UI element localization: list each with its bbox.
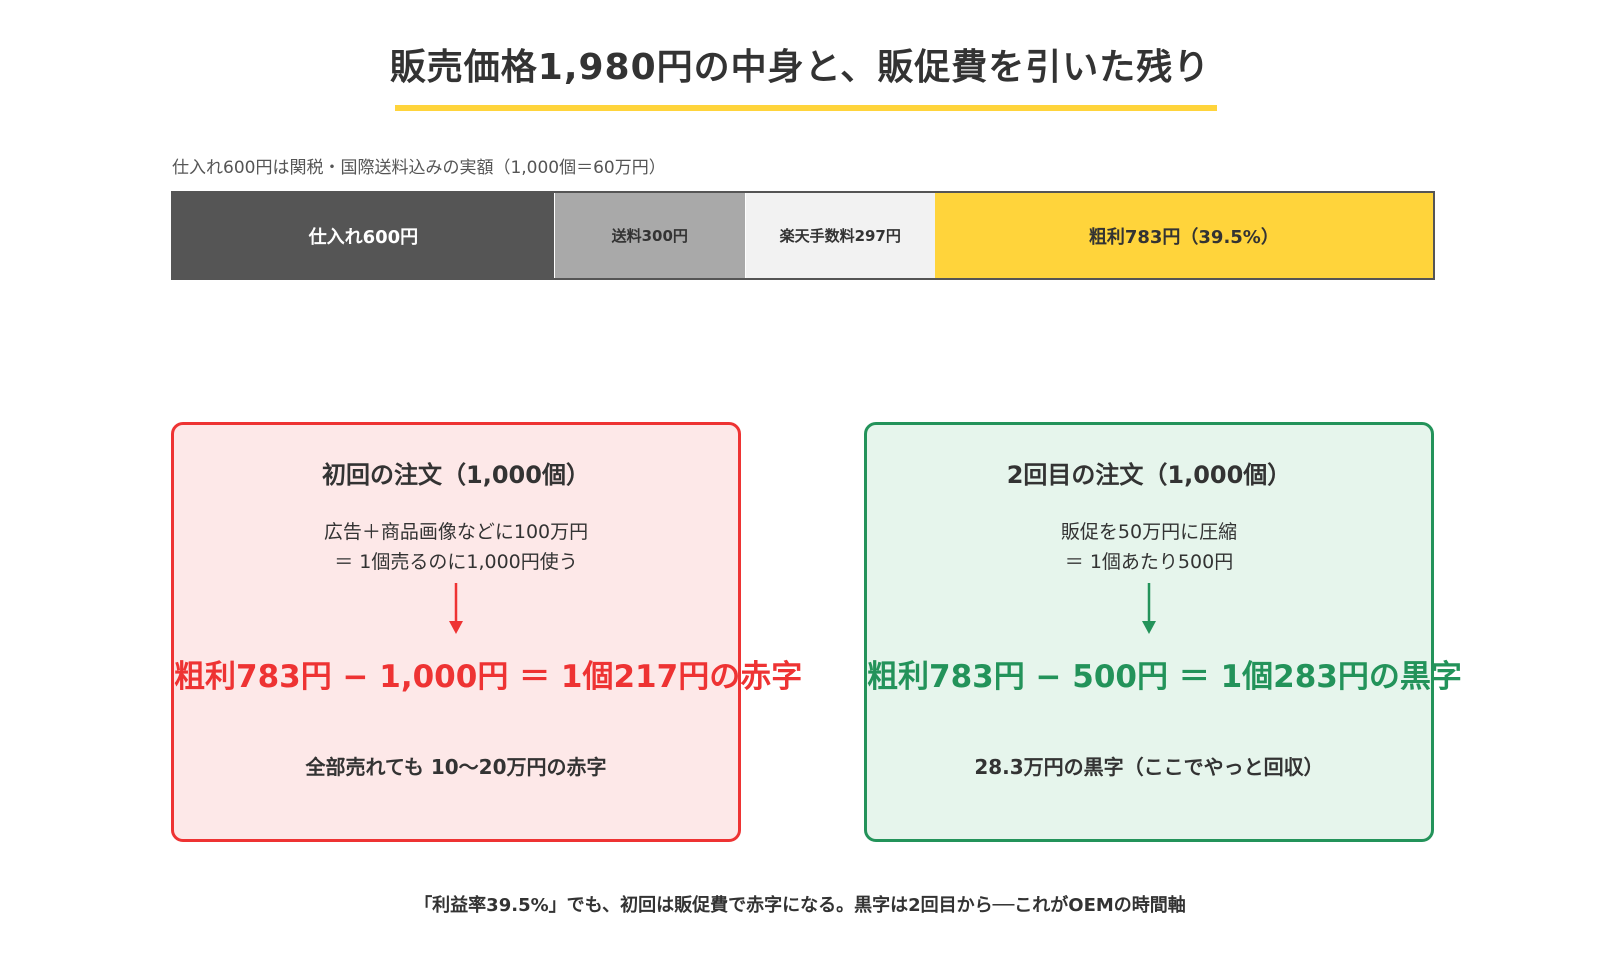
first-order-description: 広告＋商品画像などに100万円 ＝ 1個売るのに1,000円使う — [174, 517, 738, 577]
second-order-desc-line2: ＝ 1個あたり500円 — [1064, 551, 1234, 573]
cost-bar-note: 仕入れ600円は関税・国際送料込みの実額（1,000個＝60万円） — [172, 158, 666, 178]
first-order-desc-line2: ＝ 1個売るのに1,000円使う — [334, 551, 578, 573]
second-order-desc-line1: 販促を50万円に圧縮 — [1060, 521, 1238, 543]
second-order-formula: 粗利783円 − 500円 ＝ 1個283円の黒字 — [867, 659, 1462, 695]
segment-shipping-cost: 送料300円 — [554, 193, 746, 278]
second-order-title: 2回目の注文（1,000個） — [1006, 461, 1292, 489]
cost-breakdown-bar: 仕入れ600円 送料300円 楽天手数料297円 粗利783円（39.5%） — [171, 191, 1435, 280]
footer-note: 「利益率39.5%」でも、初回は販促費で赤字になる。黒字は2回目から──これがO… — [414, 895, 1186, 916]
second-order-description: 販促を50万円に圧縮 ＝ 1個あたり500円 — [867, 517, 1431, 577]
first-order-card: 初回の注文（1,000個） 広告＋商品画像などに100万円 ＝ 1個売るのに1,… — [171, 422, 803, 842]
segment-gross-profit-label: 粗利783円（39.5%） — [1088, 226, 1279, 248]
segment-shipping-cost-label: 送料300円 — [611, 227, 688, 245]
segment-rakuten-fee-label: 楽天手数料297円 — [779, 227, 901, 245]
segment-gross-profit: 粗利783円（39.5%） — [934, 193, 1433, 278]
first-order-formula: 粗利783円 − 1,000円 ＝ 1個217円の赤字 — [174, 659, 803, 695]
arrow-down-icon — [1142, 583, 1156, 634]
title-underline — [395, 105, 1217, 111]
second-order-card: 2回目の注文（1,000個） 販促を50万円に圧縮 ＝ 1個あたり500円 粗利… — [864, 422, 1462, 842]
segment-purchase-cost-label: 仕入れ600円 — [308, 226, 419, 248]
arrow-down-icon — [449, 583, 463, 634]
segment-rakuten-fee: 楽天手数料297円 — [745, 193, 935, 278]
first-order-title: 初回の注文（1,000個） — [322, 461, 590, 489]
first-order-desc-line1: 広告＋商品画像などに100万円 — [323, 521, 589, 543]
first-order-result: 全部売れても 10〜20万円の赤字 — [305, 755, 607, 779]
page-title: 販売価格1,980円の中身と、販促費を引いた残り — [389, 47, 1211, 88]
second-order-result: 28.3万円の黒字（ここでやっと回収） — [974, 755, 1324, 779]
segment-purchase-cost: 仕入れ600円 — [173, 193, 555, 278]
